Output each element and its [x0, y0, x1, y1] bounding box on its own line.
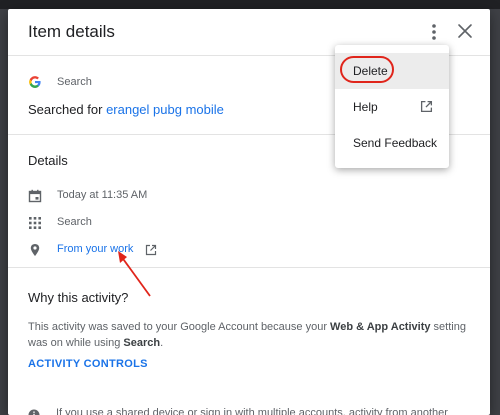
menu-item-label: Send Feedback	[353, 136, 438, 150]
calendar-icon	[28, 189, 42, 203]
external-link-icon[interactable]	[145, 243, 157, 256]
why-explanation: This activity was saved to your Google A…	[28, 319, 473, 351]
why-text-part: This activity was saved to your Google A…	[28, 321, 331, 333]
menu-item-help[interactable]: Help	[335, 89, 449, 125]
searched-for-text: Searched for erangel pubg mobile	[28, 102, 224, 117]
more-options-menu: Delete Help Send Feedback	[335, 45, 449, 168]
detail-date-text: Today at 11:35 AM	[57, 189, 148, 201]
external-link-icon	[420, 100, 433, 113]
more-options-icon[interactable]	[426, 21, 442, 43]
activity-controls-link[interactable]: ACTIVITY CONTROLS	[28, 358, 148, 370]
why-section: Why this activity? This activity was sav…	[8, 268, 490, 415]
apps-grid-icon	[28, 216, 42, 230]
info-icon	[28, 408, 40, 415]
search-query-link[interactable]: erangel pubg mobile	[106, 102, 224, 117]
detail-row-date: Today at 11:35 AM	[28, 188, 468, 204]
location-pin-icon	[28, 243, 42, 257]
why-bold-setting: Web & App Activity	[330, 321, 431, 333]
why-heading: Why this activity?	[28, 290, 129, 305]
dialog-title: Item details	[28, 22, 115, 41]
detail-row-location: From your work	[28, 242, 468, 258]
details-heading: Details	[28, 153, 68, 168]
menu-item-label: Help	[353, 100, 378, 114]
product-label: Search	[57, 76, 92, 88]
detail-product-text: Search	[57, 216, 92, 228]
shared-device-notice: If you use a shared device or sign in wi…	[56, 407, 448, 415]
detail-row-product: Search	[28, 215, 468, 231]
why-bold-product: Search	[123, 337, 161, 349]
annotation-circle	[340, 56, 394, 83]
searched-prefix: Searched for	[28, 102, 103, 117]
location-link[interactable]: From your work	[57, 243, 133, 255]
menu-item-send-feedback[interactable]: Send Feedback	[335, 125, 449, 161]
why-text-part: .	[160, 337, 164, 349]
close-icon[interactable]	[457, 23, 473, 39]
google-icon	[28, 75, 42, 89]
menu-item-delete[interactable]: Delete	[335, 53, 449, 89]
top-bar	[0, 0, 500, 9]
